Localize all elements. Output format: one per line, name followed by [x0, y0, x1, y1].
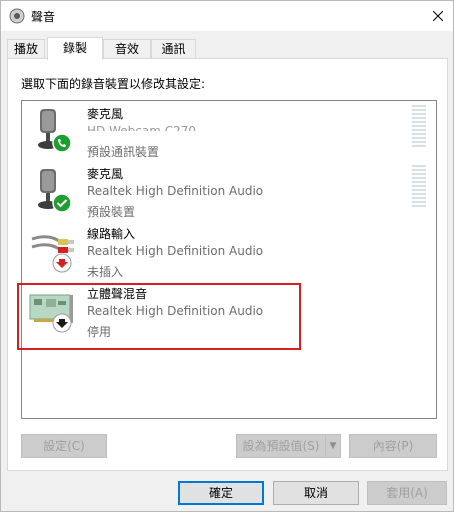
sound-dialog: 聲音 播放 錄製 音效 通訊 選取下面的錄音裝置以修改其設定: 麥克風 HD W…	[0, 0, 454, 512]
device-description: Realtek High Definition Audio	[87, 244, 264, 258]
phone-badge-icon	[52, 133, 72, 153]
window-title: 聲音	[31, 10, 56, 24]
ok-button[interactable]: 確定	[178, 481, 264, 505]
tab-playback[interactable]: 播放	[7, 39, 45, 59]
apply-button[interactable]: 套用(A)	[367, 481, 447, 505]
microphone-icon	[38, 109, 72, 153]
selection-highlight	[17, 283, 301, 350]
device-status: 預設裝置	[87, 205, 136, 219]
microphone-icon	[38, 169, 72, 213]
tab-recording[interactable]: 錄製	[47, 37, 103, 60]
line-in-cable-icon	[31, 235, 74, 273]
tab-communications[interactable]: 通訊	[151, 39, 196, 59]
device-name: 麥克風	[87, 167, 124, 181]
level-meter	[412, 165, 426, 211]
list-item[interactable]: 線路輸入 Realtek High Definition Audio 未插入	[22, 221, 436, 281]
device-list[interactable]: 麥克風 HD Webcam C270 預設通訊裝置 麥克風 Realtek Hi…	[21, 100, 437, 419]
properties-button[interactable]: 內容(P)	[349, 434, 437, 458]
title-bar: 聲音	[1, 1, 453, 31]
cancel-button[interactable]: 取消	[273, 481, 359, 505]
instruction-text: 選取下面的錄音裝置以修改其設定:	[21, 77, 206, 91]
down-arrow-badge-icon	[52, 253, 72, 273]
device-status: 預設通訊裝置	[87, 145, 160, 159]
device-name: 麥克風	[87, 107, 124, 121]
device-name: 線路輸入	[87, 227, 136, 241]
set-default-button[interactable]: 設為預設值(S)	[236, 434, 326, 458]
list-item[interactable]: 麥克風 HD Webcam C270 預設通訊裝置	[22, 101, 436, 161]
recording-panel: 選取下面的錄音裝置以修改其設定: 麥克風 HD Webcam C270 預設通訊…	[7, 58, 448, 471]
check-badge-icon	[52, 193, 72, 213]
close-button[interactable]	[423, 1, 453, 31]
tab-sounds[interactable]: 音效	[103, 39, 151, 59]
chevron-down-icon[interactable]: ▼	[325, 434, 341, 458]
list-item[interactable]: 麥克風 Realtek High Definition Audio 預設裝置	[22, 161, 436, 221]
device-description: HD Webcam C270	[87, 124, 196, 138]
close-icon	[433, 11, 443, 21]
speaker-icon	[9, 8, 25, 24]
device-description: Realtek High Definition Audio	[87, 184, 264, 198]
configure-button[interactable]: 設定(C)	[21, 434, 107, 458]
device-status: 未插入	[87, 265, 124, 279]
level-meter	[412, 105, 426, 151]
